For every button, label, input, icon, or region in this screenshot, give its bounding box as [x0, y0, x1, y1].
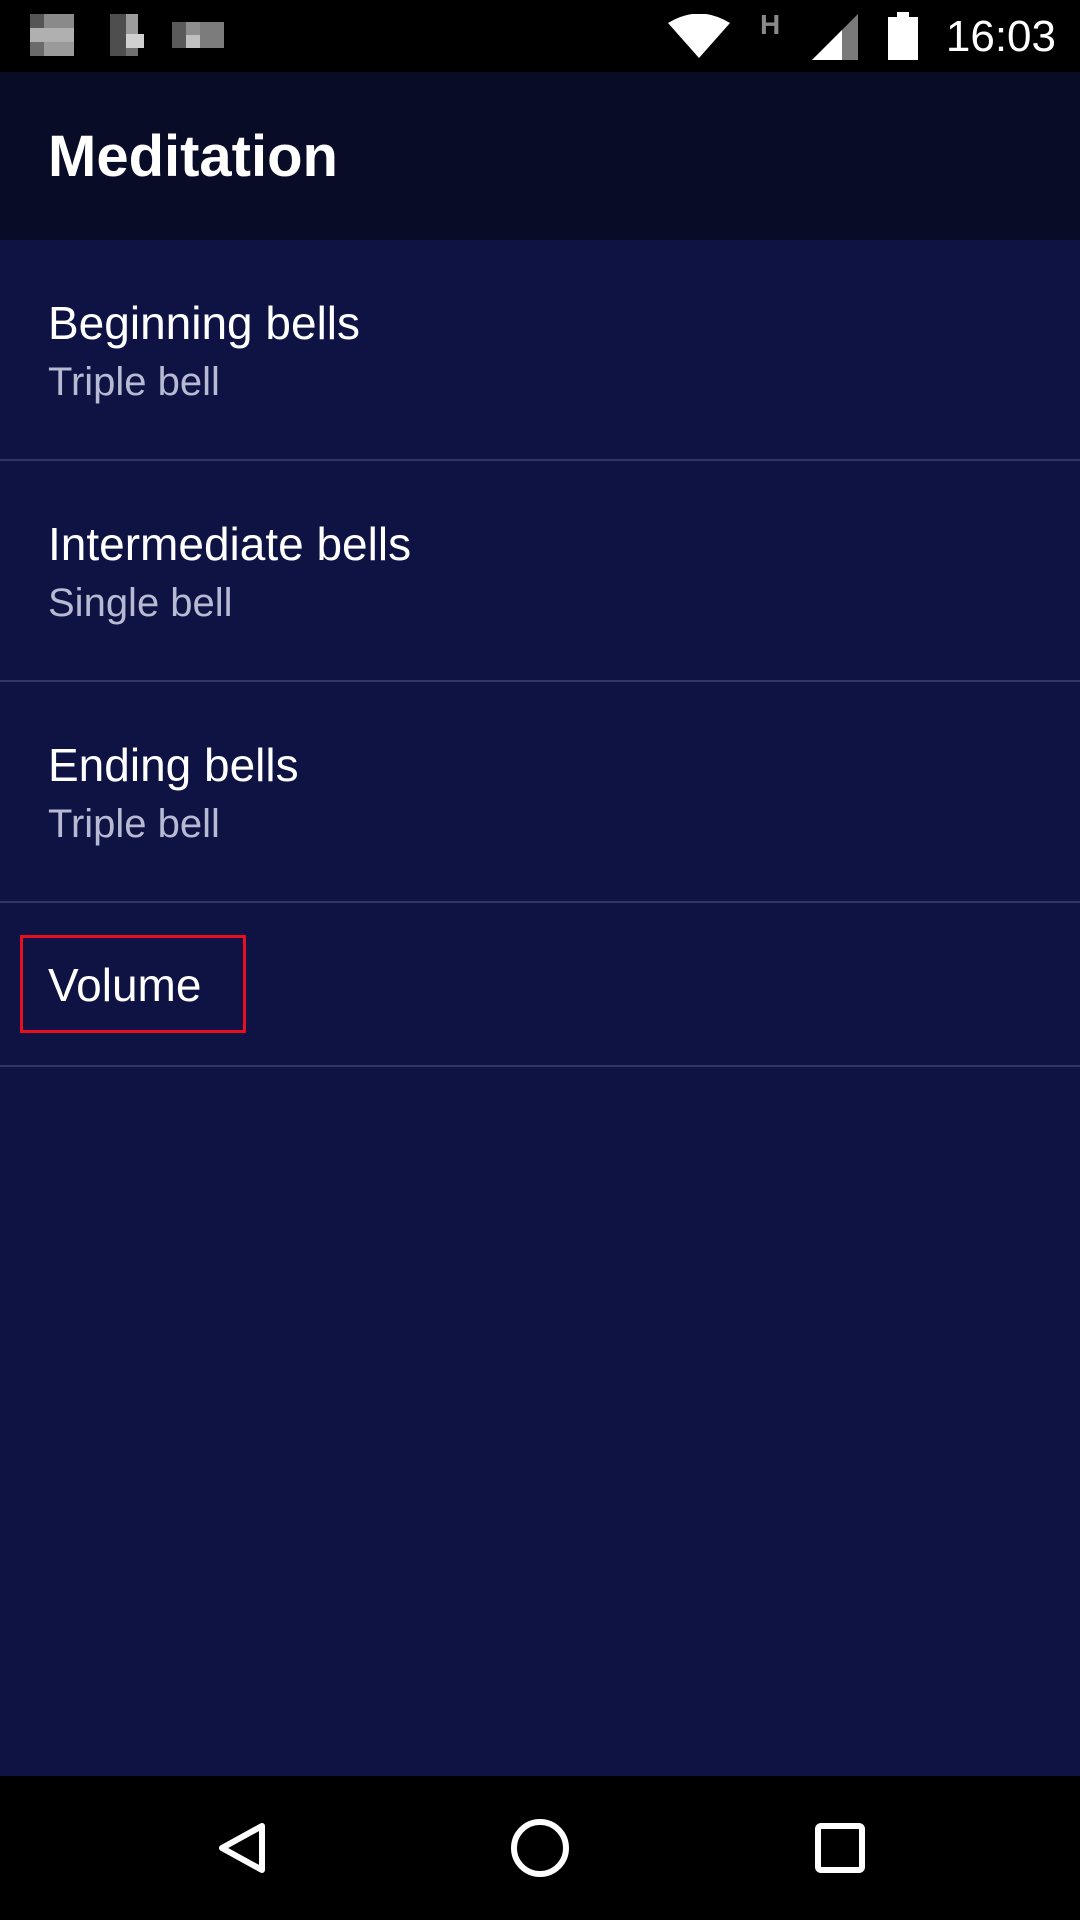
network-type-label: H	[760, 9, 781, 40]
preference-title: Intermediate bells	[48, 518, 412, 570]
preference-title: Volume	[48, 959, 202, 1011]
status-time: 16:03	[945, 12, 1056, 61]
battery-icon	[888, 12, 918, 60]
page-title: Meditation	[48, 124, 338, 189]
notification-icon	[30, 14, 74, 56]
back-icon[interactable]	[192, 1798, 292, 1898]
preference-title: Beginning bells	[48, 297, 361, 349]
preference-volume[interactable]: Volume	[0, 903, 1080, 1067]
app-bar: Meditation	[0, 72, 1080, 240]
preference-intermediate-bells[interactable]: Intermediate bells Single bell	[0, 461, 1080, 682]
preference-summary: Triple bell	[48, 360, 220, 404]
home-icon[interactable]	[490, 1798, 590, 1898]
notification-icon	[110, 14, 144, 56]
preference-list: Beginning bells Triple bell Intermediate…	[0, 240, 1080, 1067]
preference-title: Ending bells	[48, 739, 299, 791]
preference-beginning-bells[interactable]: Beginning bells Triple bell	[0, 240, 1080, 461]
preference-ending-bells[interactable]: Ending bells Triple bell	[0, 682, 1080, 903]
status-bar: H 16:03	[0, 0, 1080, 72]
wifi-icon	[668, 14, 730, 58]
signal-icon	[812, 14, 858, 60]
notification-icon	[172, 22, 224, 48]
navigation-bar	[0, 1776, 1080, 1920]
preference-summary: Single bell	[48, 581, 233, 625]
preference-summary: Triple bell	[48, 802, 220, 846]
recent-apps-icon[interactable]	[790, 1798, 890, 1898]
